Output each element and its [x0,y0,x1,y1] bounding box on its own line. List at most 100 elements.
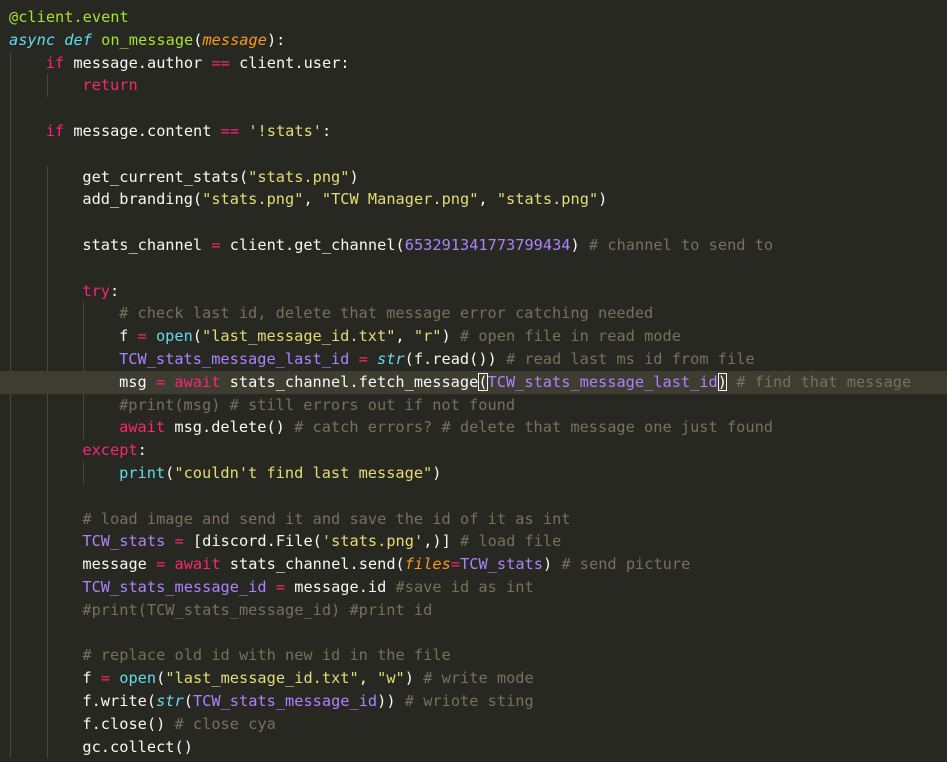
code-line[interactable]: #print(msg) # still errors out if not fo… [0,394,947,417]
code-token: = [156,555,166,574]
code-line-content: TCW_stats = [discord.File('stats.png',)]… [82,530,561,553]
code-token: client.user: [229,53,350,72]
code-line[interactable]: async def on_message(message): [0,29,947,52]
code-token: ) [542,555,562,574]
code-line[interactable]: @client.event [0,6,947,29]
code-token: = [358,350,368,368]
code-line[interactable]: await msg.delete() # catch errors? # del… [0,416,947,439]
code-line[interactable]: TCW_stats_message_id = message.id #save … [0,576,947,599]
code-token: ( [156,669,166,688]
code-line-content: if message.content == '!stats': [46,120,332,143]
code-line[interactable]: # replace old id with new id in the file [0,644,947,667]
code-token: # read last ms id from file [505,350,755,368]
code-token: "r" [413,327,442,346]
code-token: # check last id, delete that message err… [119,304,654,323]
code-line-content: f = open("last_message_id.txt", "r") # o… [119,325,681,348]
code-line[interactable]: return [0,74,947,97]
code-token: '!stats' [248,122,322,140]
code-line-content: TCW_stats_message_id = message.id #save … [82,576,533,599]
code-line[interactable]: #print(TCW_stats_message_id) #print id [0,599,947,622]
code-token: # catch errors? # delete that message on… [294,418,773,437]
code-line[interactable] [0,622,947,645]
code-line[interactable] [0,485,947,508]
code-line-content: @client.event [9,6,129,29]
code-token: "last_message_id.txt" [165,669,359,688]
code-line-content: # load image and send it and save the id… [82,508,570,531]
code-line[interactable] [0,143,947,166]
code-line[interactable] [0,257,947,280]
code-line[interactable]: # check last id, delete that message err… [0,302,947,325]
code-line-content: print("couldn't find last message") [119,462,441,485]
code-token: ( [192,327,203,346]
code-token: , [395,327,414,346]
code-token: : [110,281,120,300]
code-line-content: return [82,74,137,97]
code-line[interactable]: message = await stats_channel.send(files… [0,553,947,576]
code-token: TCW_stats [82,532,166,551]
code-line[interactable]: get_current_stats("stats.png") [0,166,947,189]
code-token: f [119,327,138,346]
code-line-content: async def on_message(message): [9,29,285,52]
code-token: ) [717,372,727,391]
code-editor[interactable]: @client.event async def on_message(messag… [0,0,947,762]
code-token: = [100,669,111,688]
code-line[interactable]: f.close() # close cya [0,713,947,736]
code-token: = [211,236,221,254]
code-token: add_branding( [82,190,203,209]
code-token: = [137,327,147,346]
code-token: 'stats.png' [321,532,424,551]
code-line[interactable]: f = open("last_message_id.txt", "w") # w… [0,667,947,690]
code-token: f.write( [82,692,157,710]
code-line-content: if message.author == client.user: [46,52,350,75]
code-line[interactable]: add_branding("stats.png", "TCW Manager.p… [0,188,947,211]
code-line[interactable]: if message.author == client.user: [0,52,947,75]
code-token: TCW_stats_message_last_id [487,372,718,391]
code-token: f [82,669,101,688]
code-token: ( [183,692,193,710]
code-token: ) [570,236,589,254]
code-token: def [64,30,92,49]
code-line-content: # replace old id with new id in the file [82,644,450,667]
code-token: "couldn't find last message" [174,464,433,482]
code-token: message.id [285,578,396,596]
code-line[interactable]: print("couldn't find last message") [0,462,947,485]
code-token: message.content [64,122,221,140]
code-token: files [404,555,451,574]
code-token: if [45,53,65,72]
code-token: = [275,578,286,596]
code-token: stats_channel.send( [220,555,405,574]
code-token: "stats.png" [248,167,350,186]
code-line[interactable]: f.write(str(TCW_stats_message_id)) # wri… [0,690,947,713]
code-token: if [45,122,65,140]
code-line[interactable]: stats_channel = client.get_channel(65329… [0,234,947,257]
code-line[interactable] [0,211,947,234]
code-line-content: except: [82,439,146,462]
code-token: ( [478,372,488,391]
code-token: open [119,669,157,688]
code-token: except [82,441,138,460]
code-line[interactable]: msg = await stats_channel.fetch_message(… [0,370,947,394]
code-token: = [450,555,461,574]
code-line[interactable]: # load image and send it and save the id… [0,508,947,531]
code-token: on_message [101,30,194,49]
code-line[interactable]: gc.collect() [0,736,947,759]
code-token: print [119,464,166,482]
code-token: await [174,555,221,574]
code-line[interactable]: TCW_stats_message_last_id = str(f.read()… [0,348,947,371]
code-line[interactable]: TCW_stats = [discord.File('stats.png',)]… [0,530,947,553]
code-token: "stats.png" [202,190,304,209]
code-token: TCW_stats_message_id [82,578,267,596]
code-line[interactable]: f = open("last_message_id.txt", "r") # o… [0,325,947,348]
code-line[interactable] [0,97,947,120]
code-line[interactable]: try: [0,280,947,303]
code-token: return [82,76,138,95]
code-line[interactable]: except: [0,439,947,462]
code-line[interactable]: if message.content == '!stats': [0,120,947,143]
